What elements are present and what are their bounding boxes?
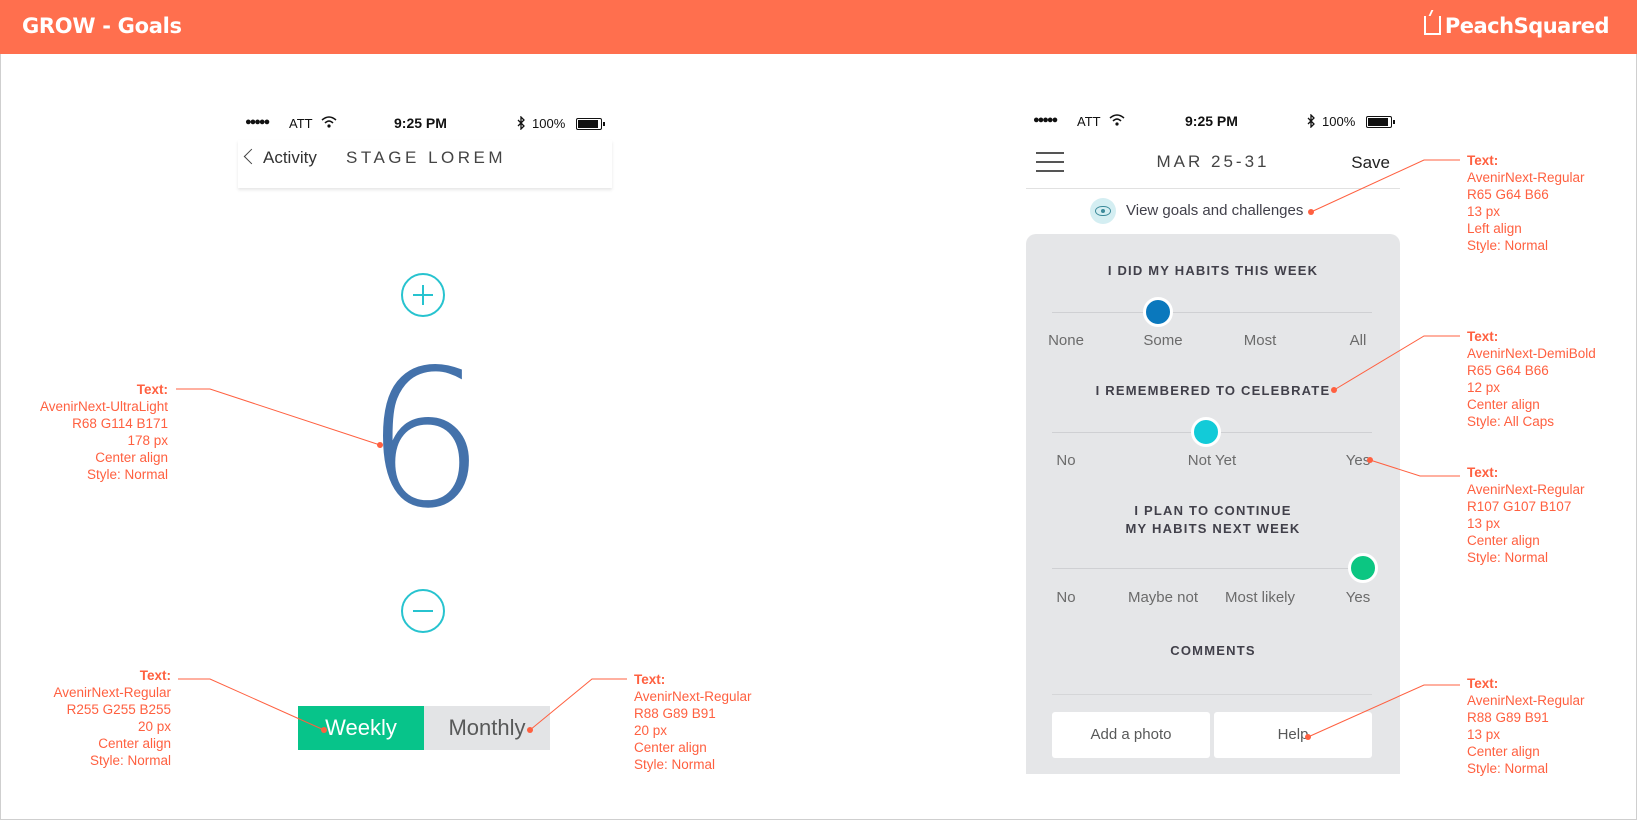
leader-view-goals xyxy=(1310,159,1460,213)
leader-dot xyxy=(321,727,327,733)
annotation-leader-lines xyxy=(176,159,1460,740)
leader-dot xyxy=(377,442,383,448)
leader-big-number xyxy=(176,388,381,446)
leader-weekly xyxy=(178,678,325,731)
leader-dot xyxy=(1367,457,1373,463)
leader-monthly xyxy=(529,678,627,731)
leader-dot xyxy=(1331,387,1337,393)
leader-help xyxy=(1307,684,1460,738)
leader-dot xyxy=(1305,734,1311,740)
leader-yes xyxy=(1369,459,1460,477)
leader-dot xyxy=(1308,209,1314,215)
leader-celebrate xyxy=(1333,335,1460,391)
leader-dot xyxy=(527,727,533,733)
